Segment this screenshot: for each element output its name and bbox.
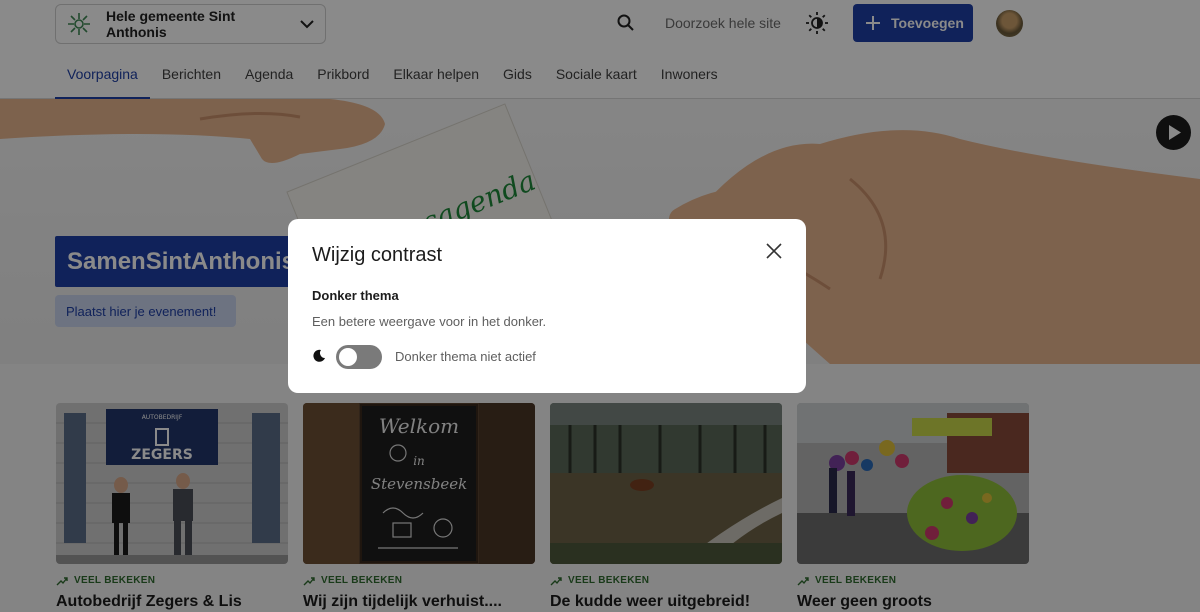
dark-theme-toggle[interactable] xyxy=(336,345,382,369)
dialog-title: Wijzig contrast xyxy=(312,244,443,266)
toggle-knob xyxy=(339,348,357,366)
dark-theme-description: Een betere weergave voor in het donker. xyxy=(312,314,547,329)
toggle-status-label: Donker thema niet actief xyxy=(395,349,536,364)
moon-icon xyxy=(313,349,325,362)
close-icon[interactable] xyxy=(764,241,784,261)
contrast-dialog: Wijzig contrast Donker thema Een betere … xyxy=(288,219,806,393)
dark-theme-label: Donker thema xyxy=(312,288,399,303)
